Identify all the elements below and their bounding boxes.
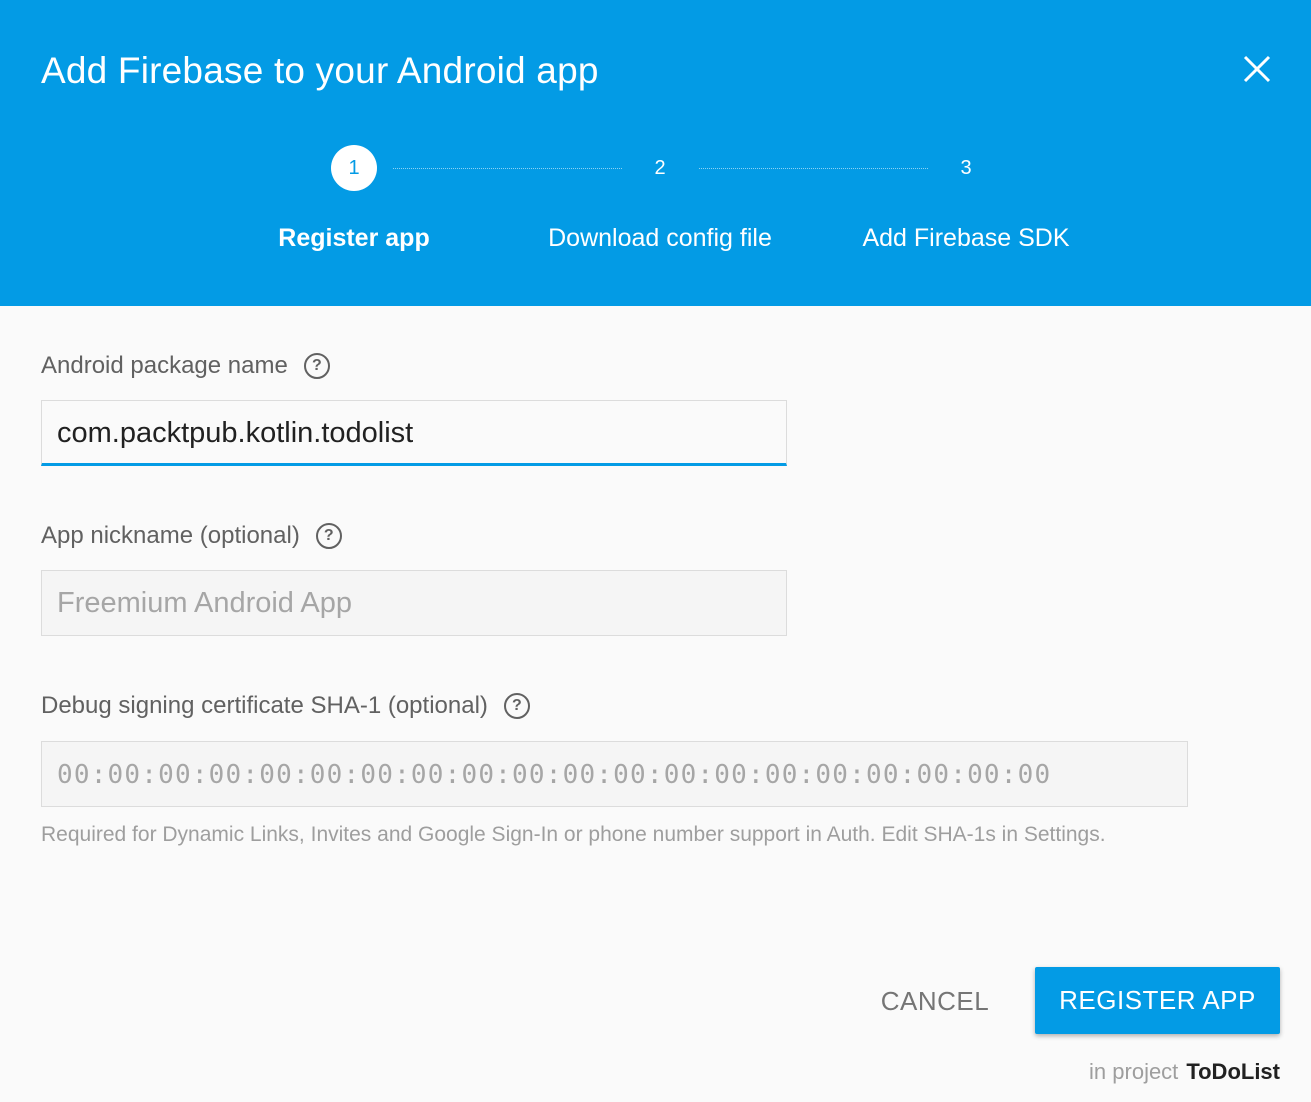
sha1-label-text: Debug signing certificate SHA-1 (optiona… xyxy=(41,692,488,719)
step-3-indicator: 3 xyxy=(960,157,972,179)
dialog-header: Add Firebase to your Android app 1 2 3 R… xyxy=(0,0,1311,306)
stepper: 1 2 3 Register app Download config file … xyxy=(0,0,1311,306)
help-icon[interactable]: ? xyxy=(503,693,530,719)
sha1-hint: Required for Dynamic Links, Invites and … xyxy=(41,823,1106,846)
step-1-label: Register app xyxy=(278,224,430,252)
package-name-value: com.packtpub.kotlin.todolist xyxy=(57,417,414,449)
nickname-label-text: App nickname (optional) xyxy=(41,522,300,549)
nickname-label: App nickname (optional) ? xyxy=(41,522,342,550)
help-icon[interactable]: ? xyxy=(303,353,330,379)
step-connector xyxy=(393,168,622,169)
register-app-button[interactable]: REGISTER APP xyxy=(1035,967,1280,1034)
nickname-placeholder: Freemium Android App xyxy=(57,587,352,619)
package-name-input[interactable]: com.packtpub.kotlin.todolist xyxy=(41,400,787,466)
project-info: in project ToDoList xyxy=(1089,1059,1280,1085)
step-2-label: Download config file xyxy=(548,224,772,252)
project-name: ToDoList xyxy=(1186,1059,1280,1084)
sha1-label: Debug signing certificate SHA-1 (optiona… xyxy=(41,692,530,720)
step-connector xyxy=(699,168,928,169)
step-2-indicator: 2 xyxy=(654,157,666,179)
sha1-input[interactable]: 00:00:00:00:00:00:00:00:00:00:00:00:00:0… xyxy=(41,741,1188,807)
help-icon[interactable]: ? xyxy=(315,523,342,549)
package-name-label: Android package name ? xyxy=(41,352,330,380)
nickname-input[interactable]: Freemium Android App xyxy=(41,570,787,636)
sha1-placeholder: 00:00:00:00:00:00:00:00:00:00:00:00:00:0… xyxy=(57,760,1052,790)
cancel-button[interactable]: CANCEL xyxy=(860,970,1010,1032)
package-name-label-text: Android package name xyxy=(41,352,288,379)
step-1-indicator: 1 xyxy=(331,145,377,191)
project-prefix: in project xyxy=(1089,1059,1179,1084)
step-3-label: Add Firebase SDK xyxy=(862,224,1070,252)
